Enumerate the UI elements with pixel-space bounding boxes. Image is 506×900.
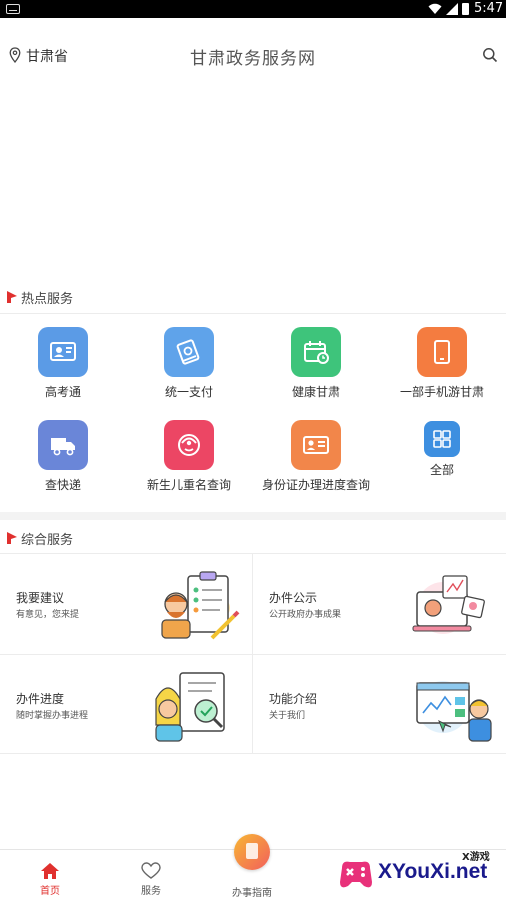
battery-icon — [462, 3, 469, 15]
service-id-card-progress[interactable]: 身份证办理进度查询 — [253, 420, 379, 500]
service-gaokaotong[interactable]: 高考通 — [0, 327, 126, 407]
status-bar: 5:47 — [0, 0, 506, 18]
intro-illustration — [416, 681, 492, 742]
section-flag-icon — [7, 532, 17, 544]
divider — [0, 313, 506, 314]
divider — [0, 753, 506, 754]
card-title: 办件进度 — [16, 692, 65, 706]
service-label: 统一支付 — [164, 385, 213, 399]
card-progress[interactable]: 办件进度 随时掌握办事进程 — [0, 655, 252, 755]
status-time: 5:47 — [474, 1, 504, 16]
section-title: 热点服务 — [21, 292, 74, 307]
tab-label: 首页 — [40, 886, 60, 897]
heart-icon — [141, 862, 161, 879]
card-title: 我要建议 — [16, 591, 65, 605]
card-subtitle: 关于我们 — [269, 711, 306, 721]
tablet-icon — [417, 327, 467, 377]
baby-icon — [164, 420, 214, 470]
hot-services-header: 热点服务 — [0, 285, 506, 313]
suggestion-illustration — [161, 571, 240, 640]
section-title: 综合服务 — [21, 533, 74, 548]
signal-icon — [446, 3, 458, 15]
card-title: 功能介绍 — [269, 692, 318, 706]
progress-illustration — [155, 672, 225, 742]
service-label: 身份证办理进度查询 — [261, 478, 370, 492]
keyboard-icon — [6, 4, 20, 14]
card-subtitle: 随时掌握办事进程 — [16, 711, 89, 721]
combined-services-header: 综合服务 — [0, 526, 506, 554]
top-header: 甘肃省 甘肃政务服务网 — [0, 36, 506, 76]
service-newborn-name-query[interactable]: 新生儿重名查询 — [126, 420, 252, 500]
page-title: 甘肃政务服务网 — [190, 49, 316, 69]
service-express-tracking[interactable]: 查快递 — [0, 420, 126, 500]
watermark: X游戏 XYouXi.net — [334, 848, 506, 900]
card-title: 办件公示 — [269, 591, 318, 605]
tab-guide-label[interactable]: 办事指南 — [212, 884, 292, 899]
id-card-icon — [38, 327, 88, 377]
service-tour-gansu[interactable]: 一部手机游甘肃 — [379, 327, 505, 407]
service-all[interactable]: 全部 — [379, 415, 505, 495]
gamepad-logo-icon — [340, 861, 372, 888]
card-subtitle: 公开政府办事成果 — [269, 610, 342, 620]
service-unified-payment[interactable]: 统一支付 — [126, 327, 252, 407]
tab-home[interactable]: 首页 — [10, 862, 90, 898]
card-suggestion[interactable]: 我要建议 有意见，您来提 — [0, 554, 252, 654]
card-feature-intro[interactable]: 功能介绍 关于我们 — [253, 655, 505, 755]
app-screen: 5:47 甘肃省 甘肃政务服务网 热点服务 高考通 统一支付 健康甘肃 一部手机… — [0, 0, 506, 900]
tab-services[interactable]: 服务 — [111, 862, 191, 898]
grid-icon — [424, 421, 460, 457]
watermark-text: XYouXi.net — [378, 860, 488, 883]
search-icon[interactable] — [482, 47, 498, 63]
section-flag-icon — [7, 291, 17, 303]
truck-icon — [38, 420, 88, 470]
section-gap — [0, 512, 506, 520]
wifi-icon — [428, 3, 442, 14]
service-label: 一部手机游甘肃 — [399, 385, 484, 399]
service-label: 高考通 — [44, 385, 81, 399]
service-label: 全部 — [429, 463, 454, 477]
service-health-gansu[interactable]: 健康甘肃 — [253, 327, 379, 407]
publicity-illustration — [412, 575, 485, 634]
card-case-publicity[interactable]: 办件公示 公开政府办事成果 — [253, 554, 505, 654]
health-calendar-icon — [291, 327, 341, 377]
service-label: 健康甘肃 — [291, 385, 340, 399]
home-icon — [41, 863, 59, 879]
divider — [0, 654, 506, 655]
card-subtitle: 有意见，您来提 — [16, 610, 80, 620]
guide-icon[interactable] — [234, 834, 270, 870]
tab-label: 服务 — [141, 886, 161, 897]
service-label: 查快递 — [44, 478, 81, 492]
id-card-progress-icon — [291, 420, 341, 470]
payment-icon — [164, 327, 214, 377]
service-label: 新生儿重名查询 — [146, 478, 231, 492]
